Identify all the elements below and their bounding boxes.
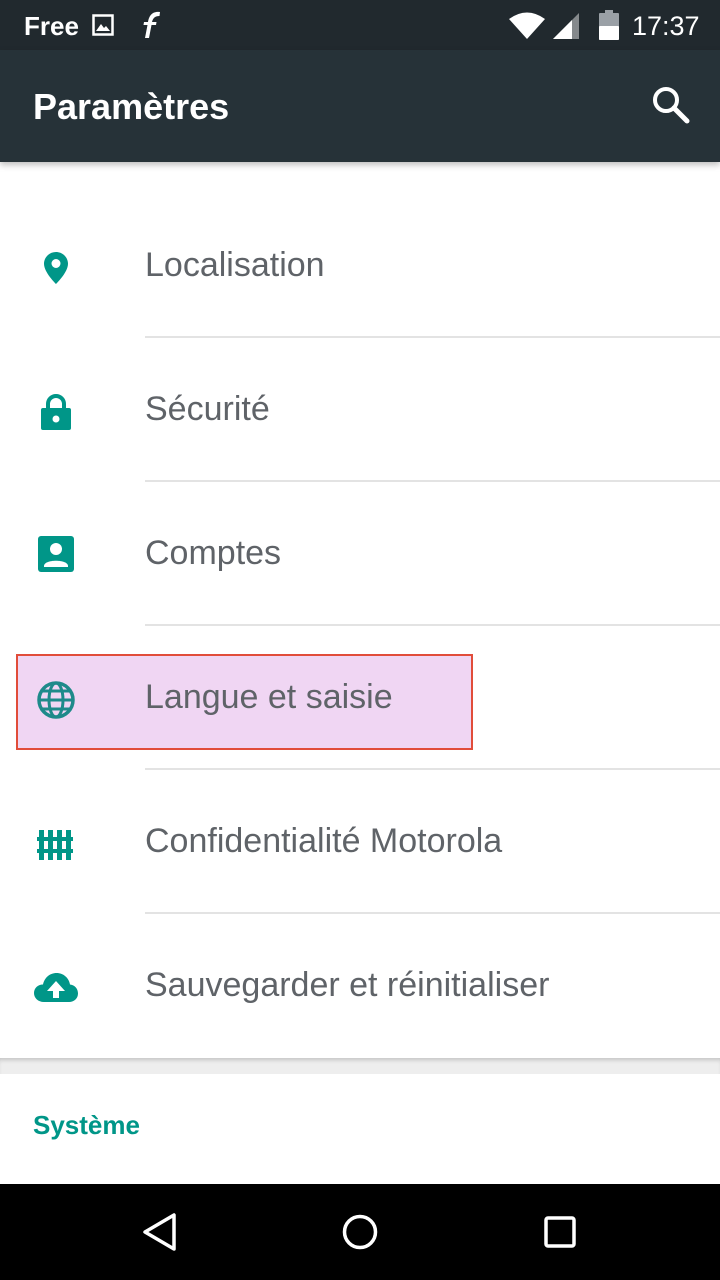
settings-item-sauvegarder[interactable]: Sauvegarder et réinitialiser bbox=[0, 914, 720, 1058]
settings-item-confidentialite-motorola[interactable]: Confidentialité Motorola bbox=[0, 770, 720, 914]
fence-icon bbox=[37, 830, 73, 860]
settings-item-langue-et-saisie[interactable]: Langue et saisie bbox=[0, 626, 720, 770]
settings-item-localisation[interactable]: Localisation bbox=[0, 194, 720, 338]
cloud-upload-icon bbox=[34, 973, 78, 1002]
settings-list: Localisation Sécurité Comptes Langue et bbox=[0, 194, 720, 1058]
carrier-name: Free bbox=[24, 11, 79, 41]
location-pin-icon bbox=[44, 252, 68, 284]
flash-icon bbox=[143, 11, 160, 38]
home-button[interactable] bbox=[336, 1208, 384, 1256]
lock-icon bbox=[41, 394, 71, 430]
settings-item-label: Sécurité bbox=[145, 390, 270, 428]
status-bar: Free 17:37 bbox=[0, 0, 720, 50]
settings-item-comptes[interactable]: Comptes bbox=[0, 482, 720, 626]
app-bar: Paramètres bbox=[0, 50, 720, 162]
settings-item-label: Langue et saisie bbox=[145, 678, 393, 716]
section-separator bbox=[0, 1058, 720, 1074]
battery-icon bbox=[599, 10, 619, 40]
globe-icon bbox=[37, 681, 75, 719]
signal-icon bbox=[553, 13, 579, 39]
settings-item-securite[interactable]: Sécurité bbox=[0, 338, 720, 482]
page-title: Paramètres bbox=[33, 86, 230, 127]
recents-icon bbox=[544, 1216, 576, 1248]
recents-button[interactable] bbox=[536, 1208, 584, 1256]
image-icon bbox=[92, 14, 114, 36]
search-icon bbox=[653, 87, 690, 124]
settings-item-label: Localisation bbox=[145, 246, 325, 284]
settings-item-label: Confidentialité Motorola bbox=[145, 822, 503, 860]
account-icon bbox=[38, 536, 74, 572]
home-icon bbox=[342, 1214, 378, 1250]
navigation-bar bbox=[0, 1184, 720, 1280]
wifi-icon bbox=[509, 12, 545, 39]
section-header-systeme: Système bbox=[33, 1110, 140, 1140]
back-icon bbox=[143, 1213, 176, 1251]
settings-item-label: Sauvegarder et réinitialiser bbox=[145, 966, 550, 1004]
back-button[interactable] bbox=[136, 1208, 184, 1256]
search-button[interactable] bbox=[648, 82, 694, 128]
settings-item-label: Comptes bbox=[145, 534, 282, 572]
clock: 17:37 bbox=[632, 11, 700, 41]
